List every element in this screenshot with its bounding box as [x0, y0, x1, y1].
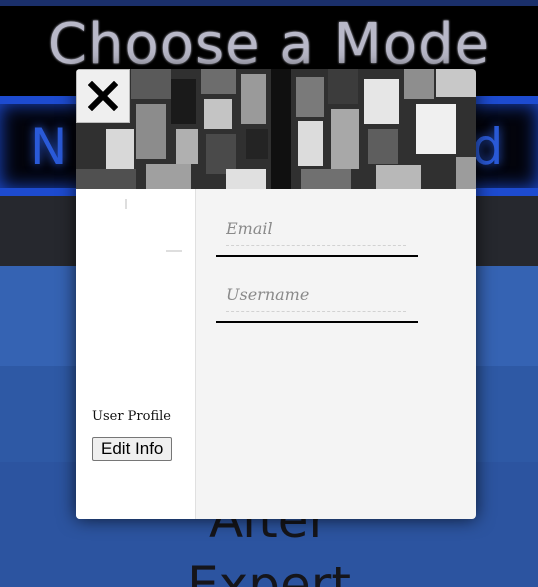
close-icon [88, 81, 118, 111]
profile-sidebar: User Profile Edit Info [76, 189, 196, 519]
email-field [216, 211, 418, 257]
avatar [86, 199, 186, 259]
mode-option-partial-left[interactable]: N [30, 112, 67, 182]
user-profile-label: User Profile [92, 409, 171, 424]
username-input[interactable] [226, 277, 406, 312]
close-button[interactable] [76, 69, 130, 123]
mode-label-expert: Expert [0, 565, 538, 587]
edit-info-button[interactable]: Edit Info [92, 437, 173, 461]
user-profile-modal: User Profile Edit Info [76, 69, 476, 519]
banner-image [76, 69, 476, 189]
username-field [216, 277, 418, 323]
email-input[interactable] [226, 211, 406, 246]
profile-form [196, 189, 476, 519]
